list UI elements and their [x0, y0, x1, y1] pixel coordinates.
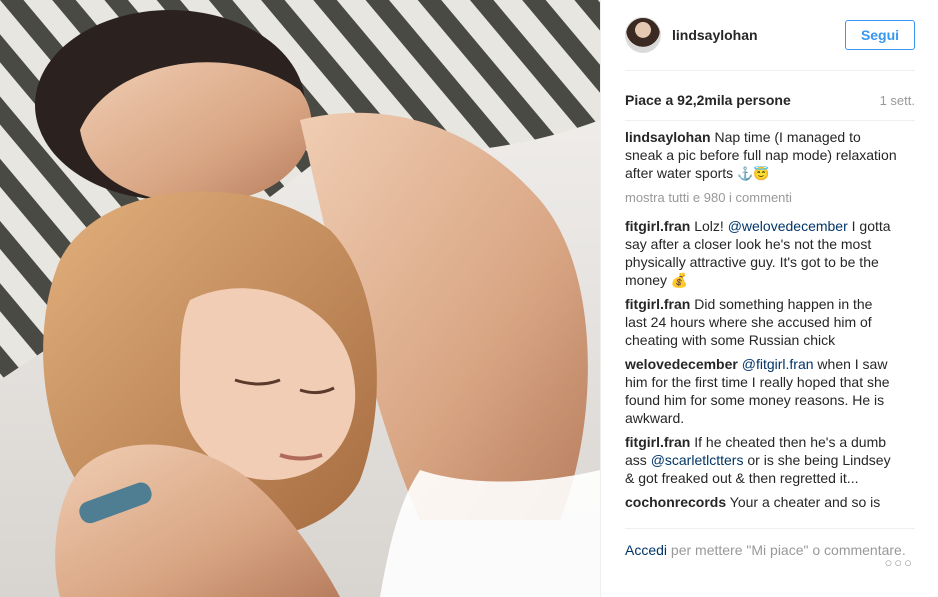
post-header: lindsaylohan Segui: [625, 12, 915, 58]
caption: lindsaylohan Nap time (I managed to snea…: [625, 128, 897, 183]
likes-row: Piace a 92,2mila persone 1 sett.: [625, 92, 915, 108]
comment-username[interactable]: fitgirl.fran: [625, 434, 690, 450]
more-options-icon[interactable]: ○○○: [884, 555, 914, 570]
avatar[interactable]: [625, 17, 661, 53]
comment-item: fitgirl.fran Lolz! @welovedecember I got…: [625, 217, 897, 289]
post-photo: [0, 0, 600, 597]
username[interactable]: lindsaylohan: [672, 27, 845, 43]
login-prompt: Accedi per mettere "Mi piace" o commenta…: [625, 540, 915, 560]
likes-count[interactable]: Piace a 92,2mila persone: [625, 92, 791, 108]
comment-username[interactable]: fitgirl.fran: [625, 218, 690, 234]
comment-username[interactable]: cochonrecords: [625, 494, 726, 510]
comment-item: fitgirl.fran Did something happen in the…: [625, 295, 897, 349]
comment-mention[interactable]: @fitgirl.fran: [742, 356, 814, 372]
load-more-comments-link[interactable]: mostra tutti e 980 i commenti: [625, 189, 897, 207]
comment-item: welovedecember @fitgirl.fran when I saw …: [625, 355, 897, 427]
comment-mention[interactable]: @scarletlctters: [651, 452, 744, 468]
comment-username[interactable]: welovedecember: [625, 356, 738, 372]
login-prompt-text: per mettere "Mi piace" o commentare.: [667, 542, 906, 558]
comment-mention[interactable]: @welovedecember: [728, 218, 848, 234]
comment-item: fitgirl.fran If he cheated then he's a d…: [625, 433, 897, 487]
caption-emojis: ⚓😇: [737, 166, 770, 181]
follow-button[interactable]: Segui: [845, 20, 915, 50]
comment-item: cochonrecords Your a cheater and so is: [625, 493, 897, 511]
comment-username[interactable]: fitgirl.fran: [625, 296, 690, 312]
caption-username[interactable]: lindsaylohan: [625, 129, 711, 145]
comment-text: Lolz!: [694, 218, 728, 234]
footer-divider: [625, 528, 915, 529]
post-sidebar: lindsaylohan Segui Piace a 92,2mila pers…: [600, 0, 938, 597]
comments-list[interactable]: lindsaylohan Nap time (I managed to snea…: [625, 128, 897, 524]
likes-divider: [625, 120, 915, 121]
photo-illustration: [0, 0, 600, 597]
header-divider: [625, 70, 915, 71]
comment-text: Your a cheater and so is: [729, 494, 881, 510]
login-link[interactable]: Accedi: [625, 542, 667, 558]
post-time[interactable]: 1 sett.: [880, 93, 915, 108]
